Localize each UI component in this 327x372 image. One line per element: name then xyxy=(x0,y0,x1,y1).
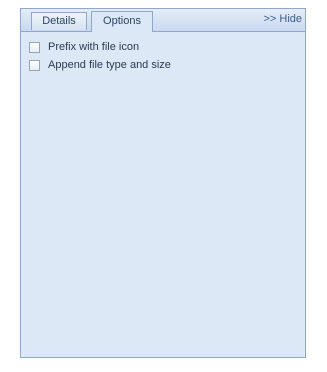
options-panel: Details Options >> Hide Prefix with file… xyxy=(20,8,306,358)
prefix-file-icon-checkbox[interactable] xyxy=(29,41,40,53)
prefix-file-icon-label: Prefix with file icon xyxy=(48,41,140,53)
tab-bar: Details Options >> Hide xyxy=(21,9,305,32)
option-prefix-file-icon[interactable]: Prefix with file icon xyxy=(29,39,171,55)
option-append-file-type-size[interactable]: Append file type and size xyxy=(29,57,171,73)
append-file-type-size-checkbox[interactable] xyxy=(29,59,40,71)
tab-details[interactable]: Details xyxy=(31,12,87,30)
options-list: Prefix with file icon Append file type a… xyxy=(29,39,171,75)
tab-options[interactable]: Options xyxy=(91,11,153,32)
hide-link[interactable]: >> Hide xyxy=(263,11,302,27)
append-file-type-size-label: Append file type and size xyxy=(48,59,171,71)
